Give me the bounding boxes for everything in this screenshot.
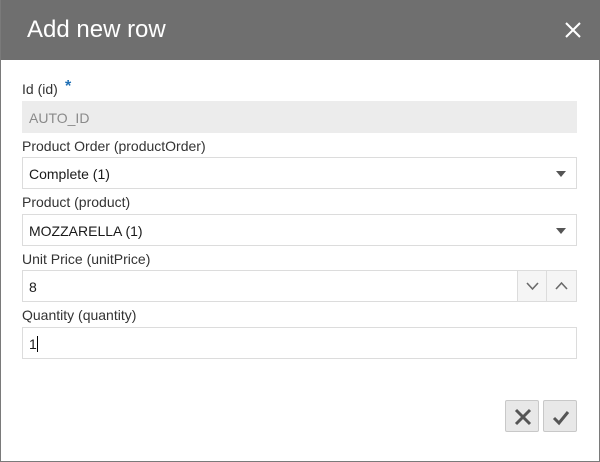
add-row-dialog: Add new row Id (id) * AUTO_ID Product Or… [0, 0, 600, 462]
chevron-down-icon[interactable] [556, 228, 566, 234]
increment-button[interactable] [546, 271, 576, 301]
x-icon [514, 408, 532, 426]
quantity-value: 1 [29, 336, 37, 352]
dialog-title: Add new row [27, 16, 166, 43]
id-label: Id (id) [22, 81, 58, 97]
quantity-input[interactable]: 1 [22, 327, 577, 359]
product-select[interactable]: MOZZARELLA (1) [22, 214, 577, 246]
unit-price-value: 8 [29, 279, 37, 295]
decrement-button[interactable] [517, 271, 547, 301]
id-value: AUTO_ID [29, 110, 90, 126]
unit-price-stepper[interactable]: 8 [22, 270, 577, 302]
id-field: AUTO_ID [22, 101, 577, 133]
chevron-down-icon [526, 282, 539, 291]
product-label: Product (product) [22, 194, 131, 210]
quantity-label: Quantity (quantity) [22, 307, 137, 323]
product-order-select[interactable]: Complete (1) [22, 157, 577, 189]
close-button[interactable] [563, 20, 583, 40]
close-icon [565, 22, 581, 38]
product-value: MOZZARELLA (1) [29, 223, 143, 239]
cancel-button[interactable] [505, 400, 539, 432]
dialog-titlebar: Add new row [1, 0, 600, 60]
checkmark-icon [552, 411, 570, 426]
unit-price-label: Unit Price (unitPrice) [22, 251, 151, 267]
save-button[interactable] [543, 400, 577, 432]
chevron-up-icon [555, 281, 568, 290]
required-marker: * [65, 78, 72, 95]
text-cursor [36, 336, 38, 352]
product-order-label: Product Order (productOrder) [22, 138, 206, 154]
product-order-value: Complete (1) [29, 166, 110, 182]
chevron-down-icon[interactable] [556, 171, 566, 177]
